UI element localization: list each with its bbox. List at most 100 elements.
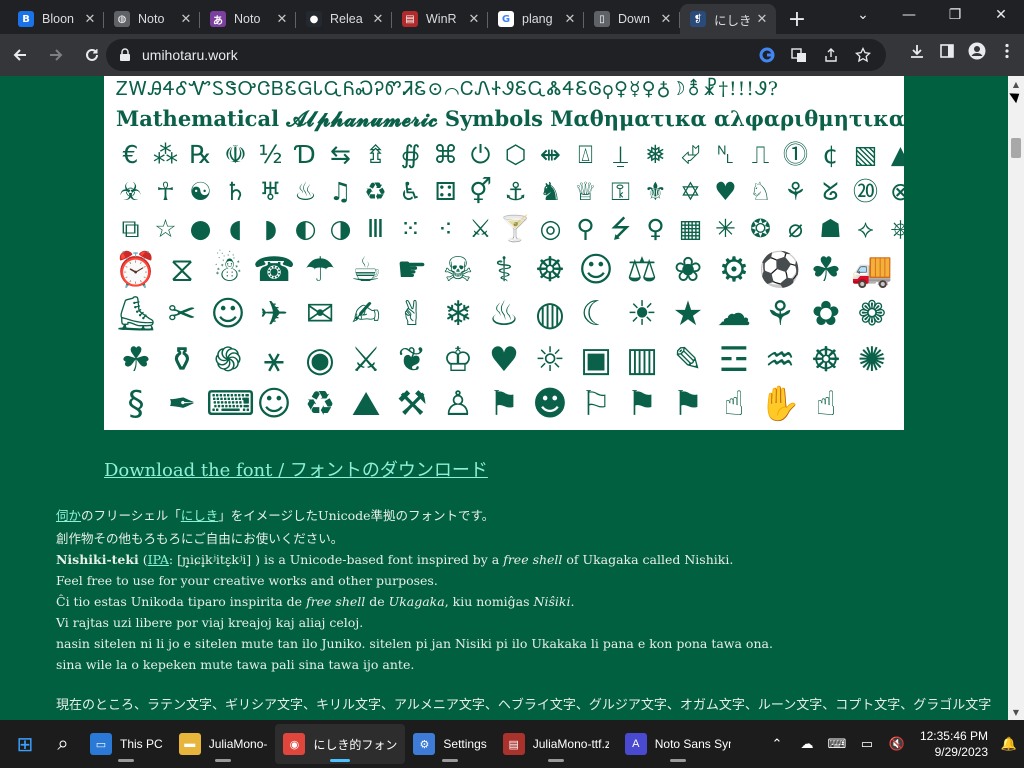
google-lens-icon[interactable] <box>754 44 780 66</box>
chevron-up-icon[interactable]: ⌃ <box>762 737 792 752</box>
nishiki-link[interactable]: にしき <box>181 508 219 523</box>
tab-title: Relea <box>330 12 363 26</box>
tab-close-icon[interactable]: ✕ <box>370 11 386 27</box>
preview-glyph: ▦ <box>678 214 703 243</box>
address-url: umihotaru.work <box>142 47 238 63</box>
taskbar-item[interactable]: ▭ This PC <box>82 724 171 764</box>
profile-icon[interactable] <box>964 40 990 62</box>
preview-glyph: ⚓ <box>504 177 527 206</box>
preview-glyph: ⚒ <box>396 384 428 424</box>
taskbar-item[interactable]: ⊞ <box>6 724 44 764</box>
taskbar-item[interactable]: ▬ JuliaMono- <box>171 724 276 764</box>
preview-glyph: ✈ <box>259 294 289 334</box>
preview-glyph: ∯ <box>400 140 421 169</box>
taskbar-item[interactable]: ⚙ Settings <box>405 724 494 764</box>
menu-icon[interactable] <box>994 40 1020 62</box>
usage-line-tp: sina wile la o kepeken mute tawa pali si… <box>56 657 415 672</box>
tab-close-icon[interactable]: ✕ <box>754 11 770 27</box>
tab-favicon-icon: ❡ <box>690 11 706 27</box>
maximize-button[interactable]: ❐ <box>932 0 978 30</box>
browser-tab[interactable]: ▯ Down ✕ <box>584 4 680 34</box>
tab-favicon-icon: ▤ <box>402 11 418 27</box>
lock-icon <box>120 48 130 61</box>
preview-glyph: ◎ <box>539 214 562 243</box>
intro-line-ja: 伺かのフリーシェル「にしき」をイメージしたUnicode準拠のフォントです。 <box>56 508 495 523</box>
preview-glyph: ☛ <box>396 250 428 290</box>
bookmark-star-icon[interactable] <box>850 44 876 66</box>
preview-glyph: ⛸ <box>114 294 158 334</box>
scroll-thumb[interactable] <box>1011 138 1021 158</box>
preview-glyph: ⏰ <box>114 250 158 290</box>
preview-glyph: ⏻ <box>470 140 491 169</box>
preview-glyph: ⚔ <box>350 340 382 380</box>
preview-glyph: 🍸 <box>499 214 532 243</box>
display-icon[interactable]: ▭ <box>852 737 882 752</box>
address-bar[interactable]: umihotaru.work <box>106 39 886 71</box>
browser-tab[interactable]: あ Noto ✕ <box>200 4 296 34</box>
tab-favicon-icon: あ <box>210 11 226 27</box>
preview-glyph: ☆ <box>154 214 177 243</box>
tab-favicon-icon: ▯ <box>594 11 610 27</box>
browser-tab[interactable]: B Bloon ✕ <box>8 4 104 34</box>
browser-tab[interactable]: ◍ Noto ✕ <box>104 4 200 34</box>
cloud-icon[interactable]: ☁ <box>792 737 822 752</box>
tab-title: Bloon <box>42 12 74 26</box>
download-icon[interactable] <box>904 40 930 62</box>
taskbar-item[interactable]: ▤ JuliaMono-ttf.zi <box>495 724 617 764</box>
preview-glyph: ⚑ <box>672 384 704 424</box>
reload-button[interactable] <box>76 39 108 71</box>
preview-glyph: ◉ <box>305 340 335 380</box>
preview-glyph: ✿ <box>811 294 841 334</box>
close-window-button[interactable]: ✕ <box>978 0 1024 30</box>
preview-script-line: ᏃᎳᎯᏎᎴᏉᏚᏕᎤᏣᏴᏋᏀᏓᏩᏲᏍᎮᏛᏘᏋ⊙⌒ᏟᏁᏐᏭᏋᏩᏜᏎᏋᎶ⚲♀☿♀♁☽⚨… <box>116 78 779 100</box>
tab-close-icon[interactable]: ✕ <box>274 11 290 27</box>
preview-glyph: ␤ <box>715 140 736 169</box>
tab-close-icon[interactable]: ✕ <box>178 11 194 27</box>
browser-tab[interactable]: ❡ にしき ✕ <box>680 4 776 34</box>
tab-close-icon[interactable]: ✕ <box>658 11 674 27</box>
ukagaka-link[interactable]: 伺か <box>56 508 81 523</box>
translate-icon[interactable] <box>786 44 812 66</box>
preview-glyph: ❄ <box>443 294 473 334</box>
taskbar-item[interactable]: A Noto Sans Sym <box>617 724 739 764</box>
notification-bell-icon[interactable]: 🔔 <box>994 737 1024 752</box>
keyboard-icon[interactable]: ⌨ <box>822 737 852 752</box>
taskbar-item[interactable]: ⌕ <box>44 724 82 764</box>
preview-glyph: ⁖ <box>438 214 453 243</box>
taskbar-item-label: にしき的フォント - <box>313 737 398 752</box>
tab-search-button[interactable]: ⌄ <box>840 0 886 30</box>
reload-icon <box>86 48 98 61</box>
back-button[interactable] <box>4 39 36 71</box>
clock[interactable]: 12:35:46 PM 9/29/2023 <box>920 728 988 760</box>
tab-close-icon[interactable]: ✕ <box>466 11 482 27</box>
tab-close-icon[interactable]: ✕ <box>562 11 578 27</box>
new-tab-button[interactable]: + <box>782 4 812 34</box>
ipa-link[interactable]: IPA <box>148 552 169 567</box>
minimize-button[interactable]: — <box>886 0 932 30</box>
preview-glyph: ⚱ <box>167 340 197 380</box>
preview-glyph: ⊗ <box>890 177 904 206</box>
preview-glyph: ❦ <box>397 340 427 380</box>
browser-tab[interactable]: ▤ WinR ✕ <box>392 4 488 34</box>
preview-glyph: ♒ <box>764 340 796 380</box>
download-font-link[interactable]: Download the font / フォントのダウンロード <box>104 456 488 482</box>
browser-tab[interactable]: Gplang ✕ <box>488 4 584 34</box>
windows-taskbar: ⊞ ⌕ ▭ This PC ▬ JuliaMono- ◉ にしき的フォント - ⚙ Setting… <box>0 720 1024 768</box>
tab-favicon-icon: G <box>498 11 514 27</box>
forward-button[interactable] <box>40 39 72 71</box>
preview-glyph: ⎍ <box>751 140 770 169</box>
preview-glyph: ♀ <box>646 214 665 243</box>
share-icon[interactable] <box>818 44 844 66</box>
tab-close-icon[interactable]: ✕ <box>82 11 98 27</box>
browser-tab[interactable]: ● Relea ✕ <box>296 4 392 34</box>
taskbar-item-label: JuliaMono- <box>208 737 268 751</box>
volume-muted-icon[interactable]: 🔇 <box>882 737 912 752</box>
preview-glyph: ▧ <box>853 140 878 169</box>
taskbar-item-label: Settings <box>443 737 487 751</box>
side-panel-icon[interactable] <box>934 40 960 62</box>
page-scrollbar[interactable]: ▲ ▼ <box>1008 76 1024 720</box>
preview-glyph-row: ⛸ ✂ ☺ ✈ ✉ ✍ ✌ ❄ ♨ ◍ ☾ ☀ ★ ☁ ⚘ ✿ ❁ <box>114 292 894 336</box>
taskbar-item[interactable]: ◉ にしき的フォント - <box>275 724 406 764</box>
scroll-down-arrow[interactable]: ▼ <box>1008 704 1024 720</box>
preview-glyph: ♞ <box>539 177 562 206</box>
